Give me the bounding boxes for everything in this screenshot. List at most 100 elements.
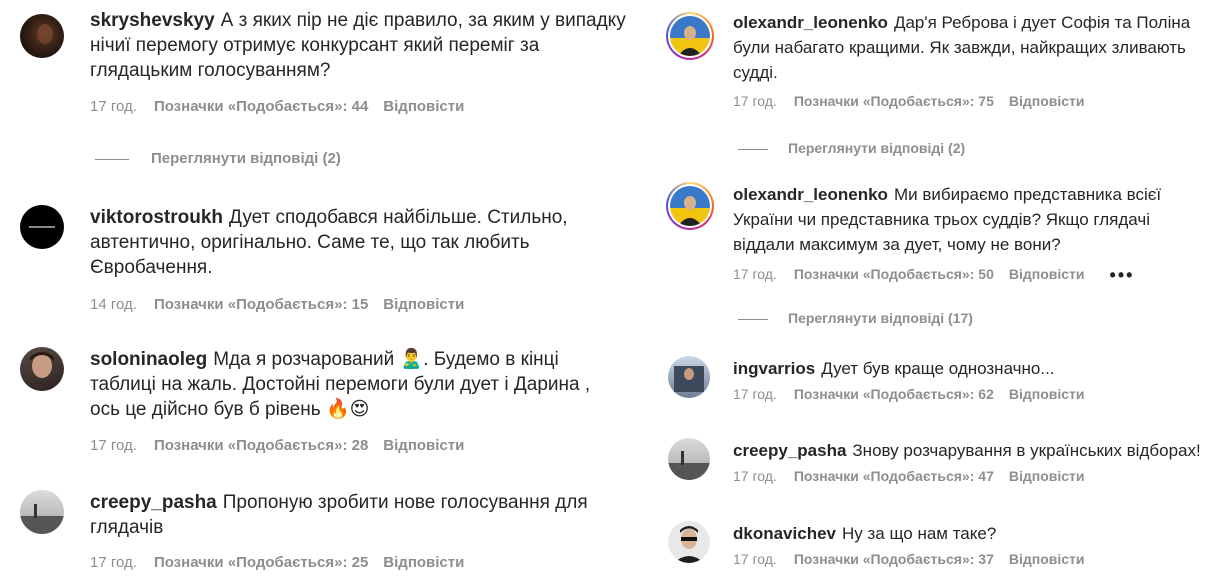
timestamp[interactable]: 17 год.	[90, 98, 137, 115]
comment-body: ingvarrios Дует був краще однозначно... 1…	[733, 356, 1100, 402]
comment-line: глядацьким голосуванням?	[90, 60, 331, 81]
reply-button[interactable]: Відповісти	[383, 98, 464, 115]
likes-count-link[interactable]: Позначки «Подобається»: 25	[154, 554, 368, 571]
reply-button[interactable]: Відповісти	[383, 296, 464, 313]
comment-text: dkonavichev Ну за що нам таке?	[733, 521, 1100, 546]
comment-line: Дует був краще однозначно...	[821, 359, 1055, 378]
avatar-photo	[678, 26, 702, 56]
view-replies-button[interactable]: Переглянути відповіді (2)	[738, 140, 965, 156]
reply-button[interactable]: Відповісти	[1009, 266, 1085, 282]
avatar[interactable]	[668, 521, 710, 563]
avatar-photo	[674, 366, 704, 392]
avatar-photo	[668, 451, 710, 480]
username-link[interactable]: olexandr_leonenko	[733, 185, 888, 204]
comment-text: ingvarrios Дует був краще однозначно...	[733, 356, 1100, 381]
comment-meta: 14 год. Позначки «Подобається»: 15 Відпові…	[90, 296, 568, 313]
reply-button[interactable]: Відповісти	[1009, 468, 1085, 484]
comment-meta: 17 год. Позначки «Подобається»: 25 Відпові…	[90, 554, 588, 571]
avatar[interactable]	[666, 182, 714, 230]
likes-count-link[interactable]: Позначки «Подобається»: 75	[794, 93, 994, 109]
likes-count-link[interactable]: Позначки «Подобається»: 47	[794, 468, 994, 484]
timestamp[interactable]: 17 год.	[733, 468, 777, 484]
avatar-photo	[678, 196, 702, 226]
view-replies-button[interactable]: Переглянути відповіді (2)	[95, 150, 341, 167]
username-link[interactable]: creepy_pasha	[90, 492, 217, 513]
comment-text: olexandr_leonenko Ми вибираємо представни…	[733, 182, 1161, 257]
view-replies-label: Переглянути відповіді (2)	[788, 140, 966, 156]
comment-text: creepy_pasha Пропоную зробити нове голосу…	[90, 490, 588, 540]
comment-meta: 17 год. Позначки «Подобається»: 28 Відпові…	[90, 437, 590, 454]
avatar-photo	[37, 24, 53, 44]
likes-count-link[interactable]: Позначки «Подобається»: 62	[794, 386, 994, 402]
username-link[interactable]: dkonavichev	[733, 524, 836, 543]
view-replies-label: Переглянути відповіді (2)	[151, 150, 341, 167]
comment-line: Знову розчарування в українських відбора…	[852, 441, 1201, 460]
comment-text: olexandr_leonenko Дар'я Реброва і дует Со…	[733, 10, 1190, 85]
comment-body: soloninaoleg Мда я розчарований 🙎‍♂️. Буд…	[90, 347, 590, 454]
username-link[interactable]: ingvarrios	[733, 359, 815, 378]
comment-body: olexandr_leonenko Дар'я Реброва і дует Со…	[733, 10, 1190, 109]
avatar[interactable]	[668, 356, 710, 398]
divider-line	[738, 148, 768, 150]
avatar[interactable]	[668, 438, 710, 480]
comment-line: Ми вибираємо представника всієї	[893, 185, 1162, 204]
comment-meta: 17 год. Позначки «Подобається»: 75 Відпові…	[733, 93, 1190, 109]
likes-count-link[interactable]: Позначки «Подобається»: 37	[794, 551, 994, 567]
comment-line: таблиці на жаль. Достойні перемоги були …	[90, 374, 591, 395]
avatar[interactable]	[20, 490, 64, 534]
likes-count-link[interactable]: Позначки «Подобається»: 50	[794, 266, 994, 282]
username-link[interactable]: creepy_pasha	[733, 441, 846, 460]
heart-eyes-emoji: 😍	[349, 399, 370, 420]
reply-button[interactable]: Відповісти	[1009, 93, 1085, 109]
comment-line: автентично, оригінально. Саме те, що так…	[90, 232, 530, 253]
divider-line	[95, 158, 129, 160]
comment-body: viktorostroukh Дует сподобався найбільше.…	[90, 205, 568, 313]
likes-count-link[interactable]: Позначки «Подобається»: 28	[154, 437, 368, 454]
username-link[interactable]: skryshevskyy	[90, 10, 215, 31]
comment-line: України чи представника трьох суддів? Як…	[733, 210, 1151, 229]
reply-button[interactable]: Відповісти	[383, 437, 464, 454]
timestamp[interactable]: 17 год.	[90, 554, 137, 571]
view-replies-button[interactable]: Переглянути відповіді (17)	[738, 310, 973, 326]
avatar[interactable]	[20, 347, 64, 391]
timestamp[interactable]: 17 год.	[90, 437, 137, 454]
comment-line: Пропоную зробити нове голосування для	[222, 492, 588, 513]
comment-meta: 17 год. Позначки «Подобається»: 44 Відпові…	[90, 98, 626, 115]
timestamp[interactable]: 17 год.	[733, 93, 777, 109]
comment-meta: 17 год. Позначки «Подобається»: 47 Відпові…	[733, 468, 1201, 484]
timestamp[interactable]: 14 год.	[90, 296, 137, 313]
avatar[interactable]	[20, 205, 64, 249]
avatar-photo	[674, 526, 704, 563]
comment-text: viktorostroukh Дует сподобався найбільше.…	[90, 205, 568, 280]
timestamp[interactable]: 17 год.	[733, 386, 777, 402]
comment-line: А з яких пір не діє правило, за яким у в…	[220, 10, 626, 31]
likes-count-link[interactable]: Позначки «Подобається»: 44	[154, 98, 368, 115]
reply-button[interactable]: Відповісти	[1009, 386, 1085, 402]
comment-meta: 17 год. Позначки «Подобається»: 37 Відпові…	[733, 551, 1100, 567]
avatar[interactable]	[20, 14, 64, 58]
username-link[interactable]: viktorostroukh	[90, 207, 223, 228]
comment-line: глядачів	[90, 517, 164, 538]
person-emoji: 🙎‍♂️	[399, 349, 424, 370]
timestamp[interactable]: 17 год.	[733, 551, 777, 567]
comment-line: Євробачення.	[90, 257, 213, 278]
reply-button[interactable]: Відповісти	[1009, 551, 1085, 567]
comment-line: нічиї перемогу отримує конкурсант який п…	[90, 35, 540, 56]
comment-text: skryshevskyy А з яких пір не діє правило,…	[90, 8, 626, 83]
comment-text: soloninaoleg Мда я розчарований 🙎‍♂️. Буд…	[90, 347, 590, 422]
username-link[interactable]: soloninaoleg	[90, 349, 207, 370]
comment-meta: 17 год. Позначки «Подобається»: 50 Відпові…	[733, 265, 1161, 286]
avatar-photo	[30, 352, 54, 378]
avatar-photo	[20, 504, 64, 534]
comment-line: Мда я розчарований	[213, 349, 395, 370]
avatar[interactable]	[666, 12, 714, 60]
avatar-photo	[29, 226, 55, 228]
reply-button[interactable]: Відповісти	[383, 554, 464, 571]
comment-text: creepy_pasha Знову розчарування в українс…	[733, 438, 1201, 463]
timestamp[interactable]: 17 год.	[733, 266, 777, 282]
comment-line: Дует сподобався найбільше. Стильно,	[229, 207, 568, 228]
comment-line: . Будемо в кінці	[423, 349, 559, 370]
username-link[interactable]: olexandr_leonenko	[733, 13, 888, 32]
likes-count-link[interactable]: Позначки «Подобається»: 15	[154, 296, 368, 313]
more-horizontal-icon[interactable]: •••	[1110, 265, 1135, 286]
